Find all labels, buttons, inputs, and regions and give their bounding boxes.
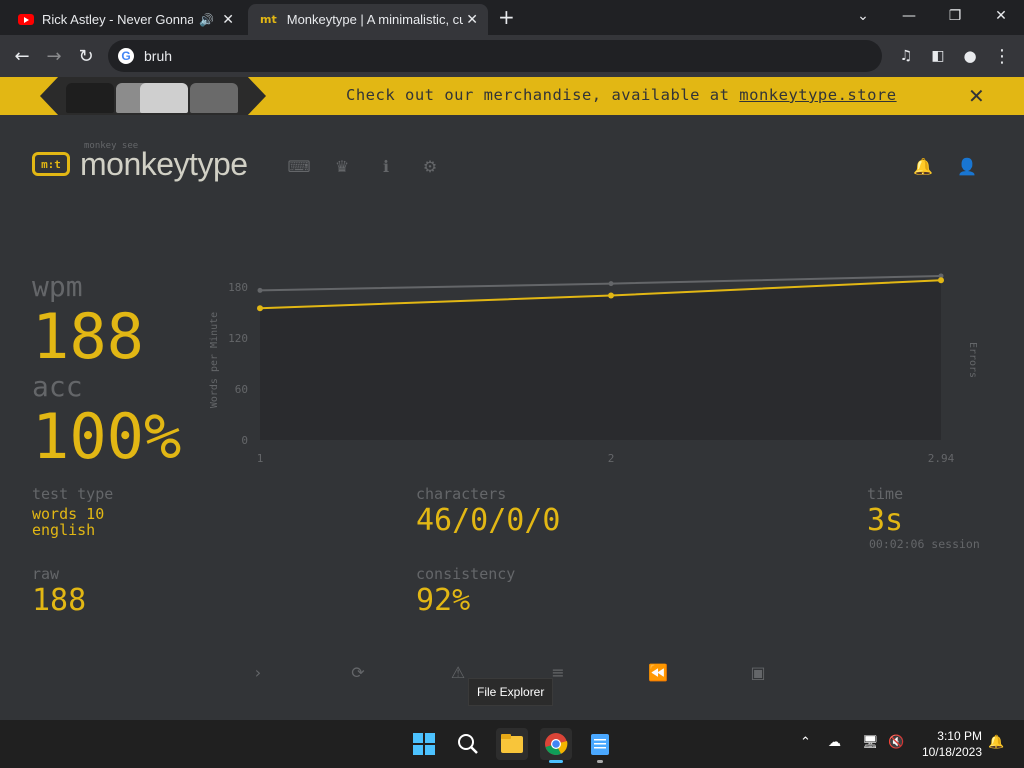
test-type-label: test type [32,485,114,503]
x-tick-label: 2 [608,452,615,465]
onedrive-icon[interactable]: ☁ [828,735,841,750]
y-tick-label: 180 [228,281,248,294]
window-close-icon[interactable]: ✕ [978,0,1024,32]
time-value: 3s [867,503,904,538]
restore-icon[interactable]: ❐ [932,0,978,32]
y-tick-label: 0 [241,434,248,447]
notifications-icon[interactable]: 🔔 [912,155,934,177]
show-hidden-icons[interactable]: ⌃ [800,735,811,750]
network-icon[interactable]: 🖥 [862,735,879,750]
back-icon[interactable]: ← [10,44,34,68]
menu-icon[interactable]: ⋮ [990,44,1014,68]
banner-text: Check out our merchandise, available at [346,86,740,104]
test-type-language: english [32,521,96,539]
wpm-point [257,305,263,312]
close-tab-icon[interactable]: ✕ [222,11,234,28]
forward-icon[interactable]: → [42,44,66,68]
settings-icon[interactable]: ⚙ [419,155,441,177]
tab-title: Rick Astley - Never Gonna Gi [42,12,194,27]
info-icon[interactable]: ℹ [375,155,397,177]
speaker-icon[interactable]: 🔊 [199,13,214,27]
notepad-running-indicator [597,760,603,763]
wpm-value: 188 [32,300,144,373]
shirt-image [66,83,114,113]
x-tick-label: 2.94 [928,452,955,465]
restart-icon[interactable]: ⟳ [346,660,370,684]
session-time: 00:02:06 session [869,537,980,551]
tab-search-icon[interactable]: ⌄ [840,0,886,32]
crown-icon[interactable]: ♛ [331,155,353,177]
profile-icon[interactable]: ● [958,44,982,68]
monkeytype-icon: mt [260,13,277,26]
minimize-icon[interactable]: — [886,0,932,32]
warning-icon[interactable]: ⚠ [446,660,470,684]
notepad-icon[interactable] [584,728,616,760]
y-axis-label: Words per Minute [209,312,220,408]
address-bar[interactable]: G bruh [108,40,882,72]
volume-muted-icon[interactable]: 🔇 [888,735,904,750]
banner-message: Check out our merchandise, available at … [346,86,897,104]
close-banner-icon[interactable]: ✕ [968,84,985,108]
reload-icon[interactable]: ↻ [74,44,98,68]
side-panel-icon[interactable]: ◧ [926,44,950,68]
windows-start-icon[interactable] [408,728,440,760]
tab-title: Monkeytype | A minimalistic, cust [286,12,463,27]
account-icon[interactable]: 👤 [956,155,978,177]
chrome-active-indicator [549,760,563,763]
file-explorer-tooltip: File Explorer [468,678,554,706]
youtube-icon [18,14,34,25]
y-tick-label: 60 [235,383,248,396]
screenshot-icon[interactable]: ▣ [746,660,770,684]
notification-bell-icon[interactable]: 🔔 [988,735,1004,750]
new-tab-icon[interactable]: + [498,5,515,29]
consistency-label: consistency [416,565,516,583]
x-tick-label: 1 [257,452,264,465]
y-tick-label: 120 [228,332,248,345]
raw-point [608,281,614,287]
characters-label: characters [416,485,507,503]
acc-value: 100% [32,400,182,473]
y2-axis-label: Errors [967,342,978,378]
google-icon: G [118,48,134,64]
wpm-label: wpm [32,270,83,303]
logo-icon[interactable]: m:t [32,152,70,176]
search-icon[interactable] [452,728,484,760]
keyboard-icon[interactable]: ⌨ [287,155,310,177]
address-input[interactable]: bruh [144,48,172,64]
characters-value: 46/0/0/0 [416,503,561,538]
clock-time[interactable]: 3:10 PM [934,729,982,743]
time-label: time [867,485,904,503]
wpm-point [938,277,944,284]
tab-youtube[interactable]: Rick Astley - Never Gonna Gi 🔊 ✕ [8,4,244,35]
tab-monkeytype[interactable]: mt Monkeytype | A minimalistic, cust ✕ [248,4,488,35]
consistency-value: 92% [416,583,471,618]
chrome-icon[interactable] [540,728,572,760]
close-tab-icon[interactable]: ✕ [466,11,478,28]
raw-point [257,287,263,293]
raw-label: raw [32,565,60,583]
wpm-point [608,292,615,299]
replay-icon[interactable]: ⏪ [646,660,670,684]
logo-text[interactable]: monkeytype [80,146,248,183]
merch-store-link[interactable]: monkeytype.store [739,86,896,104]
shirt-image [140,83,188,113]
wpm-chart: 0 60 120 180 1 2 2.94 Words per Minute Errors [209,273,978,465]
clock-date[interactable]: 10/18/2023 [916,745,982,759]
next-test-icon[interactable]: › [246,660,270,684]
shirt-image [190,83,238,113]
media-control-icon[interactable]: ♫ [894,44,918,68]
acc-label: acc [32,370,83,403]
raw-value: 188 [32,583,87,618]
file-explorer-icon[interactable] [496,728,528,760]
